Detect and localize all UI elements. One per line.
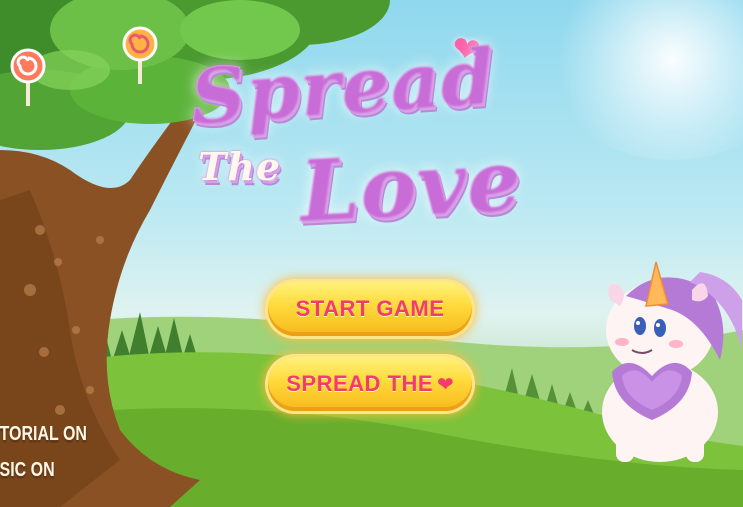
music-toggle[interactable]: USIC ON: [0, 459, 55, 482]
start-game-button[interactable]: START GAME: [268, 282, 472, 336]
title-word-spread: Spread: [187, 31, 498, 142]
game-title-logo: ❤ Spread The Love: [180, 26, 570, 266]
spread-the-love-button[interactable]: SPREAD THE ❤: [268, 357, 472, 411]
game-scene: ❤ Spread The Love START GAME SPREAD THE …: [0, 0, 743, 507]
title-word-love: Love: [297, 130, 524, 241]
heart-icon: ❤: [437, 372, 454, 396]
tutorial-toggle[interactable]: UTORIAL ON: [0, 423, 87, 446]
spread-the-love-label: SPREAD THE: [286, 371, 434, 396]
title-word-the: The: [198, 144, 282, 189]
start-game-label: START GAME: [295, 296, 445, 321]
